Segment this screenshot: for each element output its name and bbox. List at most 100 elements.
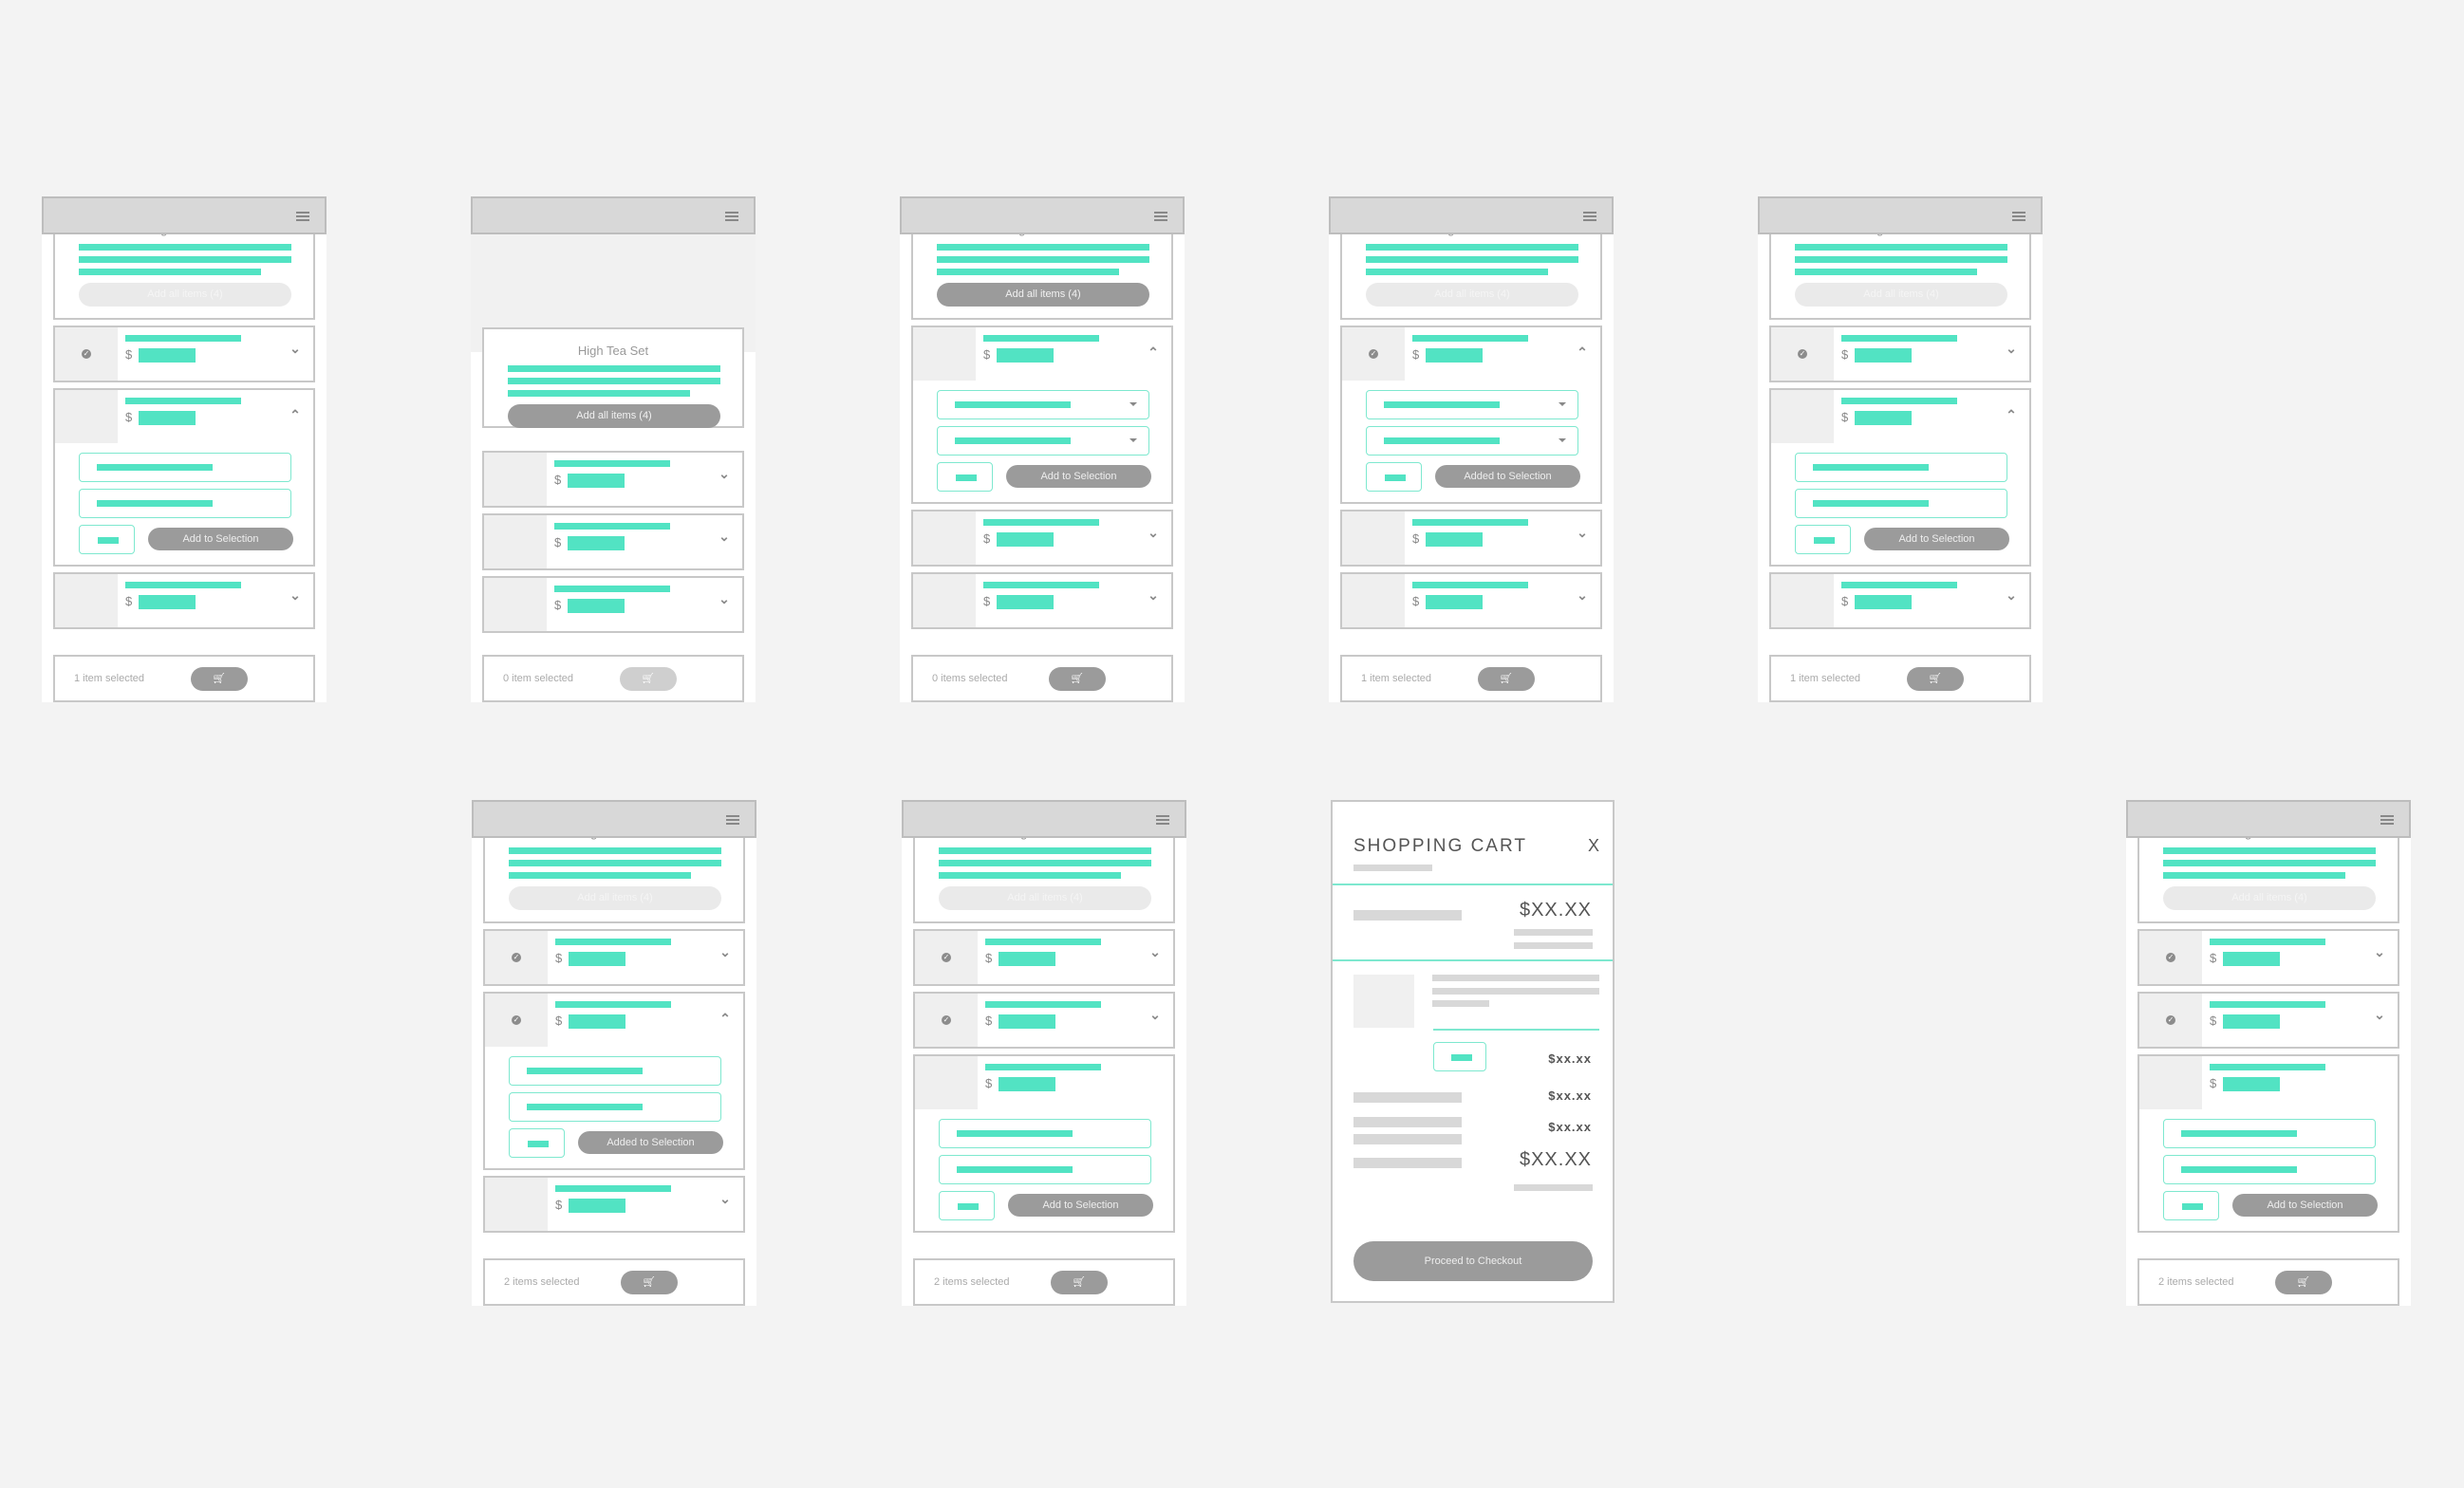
item-header[interactable]: ✓ $ ⌄ (915, 931, 1173, 984)
item-card[interactable]: $ ⌄ (1769, 572, 2031, 629)
chevron-down-icon[interactable]: ⌄ (718, 530, 731, 543)
view-cart-button[interactable]: 🛒 (1051, 1271, 1108, 1294)
quantity-stepper[interactable] (939, 1191, 995, 1220)
option-dropdown[interactable] (1366, 426, 1578, 456)
chevron-down-icon[interactable]: ⌄ (719, 1192, 732, 1205)
add-to-selection-button[interactable]: Add to Selection (1864, 528, 2009, 550)
quantity-stepper[interactable] (509, 1128, 565, 1158)
chevron-down-icon[interactable]: ⌄ (1148, 945, 1162, 958)
proceed-to-checkout-button[interactable]: Proceed to Checkout (1353, 1241, 1593, 1281)
chevron-up-icon[interactable]: ⌃ (289, 408, 302, 421)
view-cart-button[interactable]: 🛒 (621, 1271, 678, 1294)
item-header[interactable]: $ (915, 1056, 1173, 1109)
hamburger-icon[interactable] (725, 212, 738, 221)
add-to-selection-button[interactable]: Add to Selection (1008, 1194, 1153, 1217)
chevron-down-icon[interactable]: ⌄ (2373, 1008, 2386, 1021)
option-field[interactable] (2163, 1119, 2376, 1148)
option-dropdown[interactable] (937, 426, 1149, 456)
item-header[interactable]: $ ⌃ (1771, 390, 2029, 443)
item-card[interactable]: $ ⌃ Add to Selection (911, 326, 1173, 504)
option-field[interactable] (1795, 453, 2007, 482)
option-field[interactable] (1795, 489, 2007, 518)
item-header[interactable]: $ ⌄ (1342, 512, 1600, 565)
chevron-down-icon[interactable]: ⌄ (1576, 588, 1589, 602)
item-card[interactable]: $ ⌄ (482, 513, 744, 570)
item-card[interactable]: ✓ $ ⌄ (2137, 929, 2399, 986)
chevron-down-icon[interactable]: ⌄ (1147, 526, 1160, 539)
item-header[interactable]: $ ⌄ (55, 574, 313, 627)
quantity-stepper[interactable] (79, 525, 135, 554)
item-header[interactable]: ✓ $ ⌄ (55, 327, 313, 381)
option-dropdown[interactable] (1366, 390, 1578, 419)
item-card[interactable]: $ ⌄ (1340, 510, 1602, 567)
option-field[interactable] (79, 489, 291, 518)
added-to-selection-button[interactable]: Added to Selection (1435, 465, 1580, 488)
chevron-up-icon[interactable]: ⌃ (1147, 345, 1160, 359)
item-header[interactable]: $ (2139, 1056, 2398, 1109)
item-header[interactable]: $ ⌄ (913, 574, 1171, 627)
hamburger-icon[interactable] (1583, 212, 1596, 221)
add-all-items-button[interactable]: Add all items (4) (79, 283, 291, 307)
quantity-stepper[interactable] (1795, 525, 1851, 554)
option-field[interactable] (939, 1155, 1151, 1184)
option-field[interactable] (79, 453, 291, 482)
view-cart-button[interactable]: 🛒 (620, 667, 677, 691)
view-cart-button[interactable]: 🛒 (1049, 667, 1106, 691)
item-card[interactable]: $ ⌄ (911, 572, 1173, 629)
item-header[interactable]: ✓ $ ⌄ (2139, 994, 2398, 1047)
item-card[interactable]: $ ⌄ (1340, 572, 1602, 629)
item-card[interactable]: ✓ $ ⌃ Added to Selection (1340, 326, 1602, 504)
add-all-items-button[interactable]: Add all items (4) (1366, 283, 1578, 307)
item-card[interactable]: $ ⌄ (911, 510, 1173, 567)
chevron-down-icon[interactable]: ⌄ (1576, 526, 1589, 539)
item-header[interactable]: ✓ $ ⌄ (2139, 931, 2398, 984)
chevron-down-icon[interactable]: ⌄ (2373, 945, 2386, 958)
option-dropdown[interactable] (937, 390, 1149, 419)
chevron-down-icon[interactable]: ⌄ (1148, 1008, 1162, 1021)
add-all-items-button[interactable]: Add all items (4) (2163, 886, 2376, 910)
item-card[interactable]: $ ⌄ (53, 572, 315, 629)
item-card[interactable]: $ ⌃ Add to Selection (53, 388, 315, 567)
hamburger-icon[interactable] (1154, 212, 1167, 221)
chevron-down-icon[interactable]: ⌄ (718, 592, 731, 605)
chevron-up-icon[interactable]: ⌃ (2005, 408, 2018, 421)
chevron-up-icon[interactable]: ⌃ (1576, 345, 1589, 359)
item-card[interactable]: ✓ $ ⌄ (53, 326, 315, 382)
add-all-items-button[interactable]: Add all items (4) (939, 886, 1151, 910)
option-field[interactable] (509, 1092, 721, 1122)
item-card[interactable]: ✓ $ ⌄ (913, 992, 1175, 1049)
chevron-down-icon[interactable]: ⌄ (719, 945, 732, 958)
item-card[interactable]: ✓ $ ⌄ (483, 929, 745, 986)
item-header[interactable]: $ ⌄ (1771, 574, 2029, 627)
item-card[interactable]: ✓ $ ⌃ Added to Selection (483, 992, 745, 1170)
view-cart-button[interactable]: 🛒 (1478, 667, 1535, 691)
chevron-down-icon[interactable]: ⌄ (289, 588, 302, 602)
close-cart-button[interactable]: X (1588, 836, 1599, 856)
quantity-stepper[interactable] (1366, 462, 1422, 492)
add-all-items-button[interactable]: Add all items (4) (508, 404, 720, 428)
hamburger-icon[interactable] (726, 815, 739, 825)
chevron-down-icon[interactable]: ⌄ (289, 342, 302, 355)
item-header[interactable]: $ ⌄ (1342, 574, 1600, 627)
hamburger-icon[interactable] (1156, 815, 1169, 825)
view-cart-button[interactable]: 🛒 (191, 667, 248, 691)
hamburger-icon[interactable] (296, 212, 309, 221)
hamburger-icon[interactable] (2012, 212, 2025, 221)
item-card[interactable]: $ ⌄ (482, 576, 744, 633)
add-to-selection-button[interactable]: Add to Selection (1006, 465, 1151, 488)
item-header[interactable]: ✓ $ ⌃ (1342, 327, 1600, 381)
option-field[interactable] (2163, 1155, 2376, 1184)
item-header[interactable]: $ ⌃ (55, 390, 313, 443)
add-to-selection-button[interactable]: Add to Selection (148, 528, 293, 550)
item-card[interactable]: ✓ $ ⌄ (913, 929, 1175, 986)
item-header[interactable]: ✓ $ ⌃ (485, 994, 743, 1047)
chevron-down-icon[interactable]: ⌄ (718, 467, 731, 480)
quantity-stepper[interactable] (2163, 1191, 2219, 1220)
item-card[interactable]: $ Add to Selection (913, 1054, 1175, 1233)
item-header[interactable]: $ ⌄ (485, 1178, 743, 1231)
added-to-selection-button[interactable]: Added to Selection (578, 1131, 723, 1154)
item-header[interactable]: $ ⌃ (913, 327, 1171, 381)
cart-quantity-stepper[interactable] (1433, 1042, 1486, 1071)
item-card[interactable]: ✓ $ ⌄ (2137, 992, 2399, 1049)
item-header[interactable]: $ ⌄ (484, 578, 742, 631)
